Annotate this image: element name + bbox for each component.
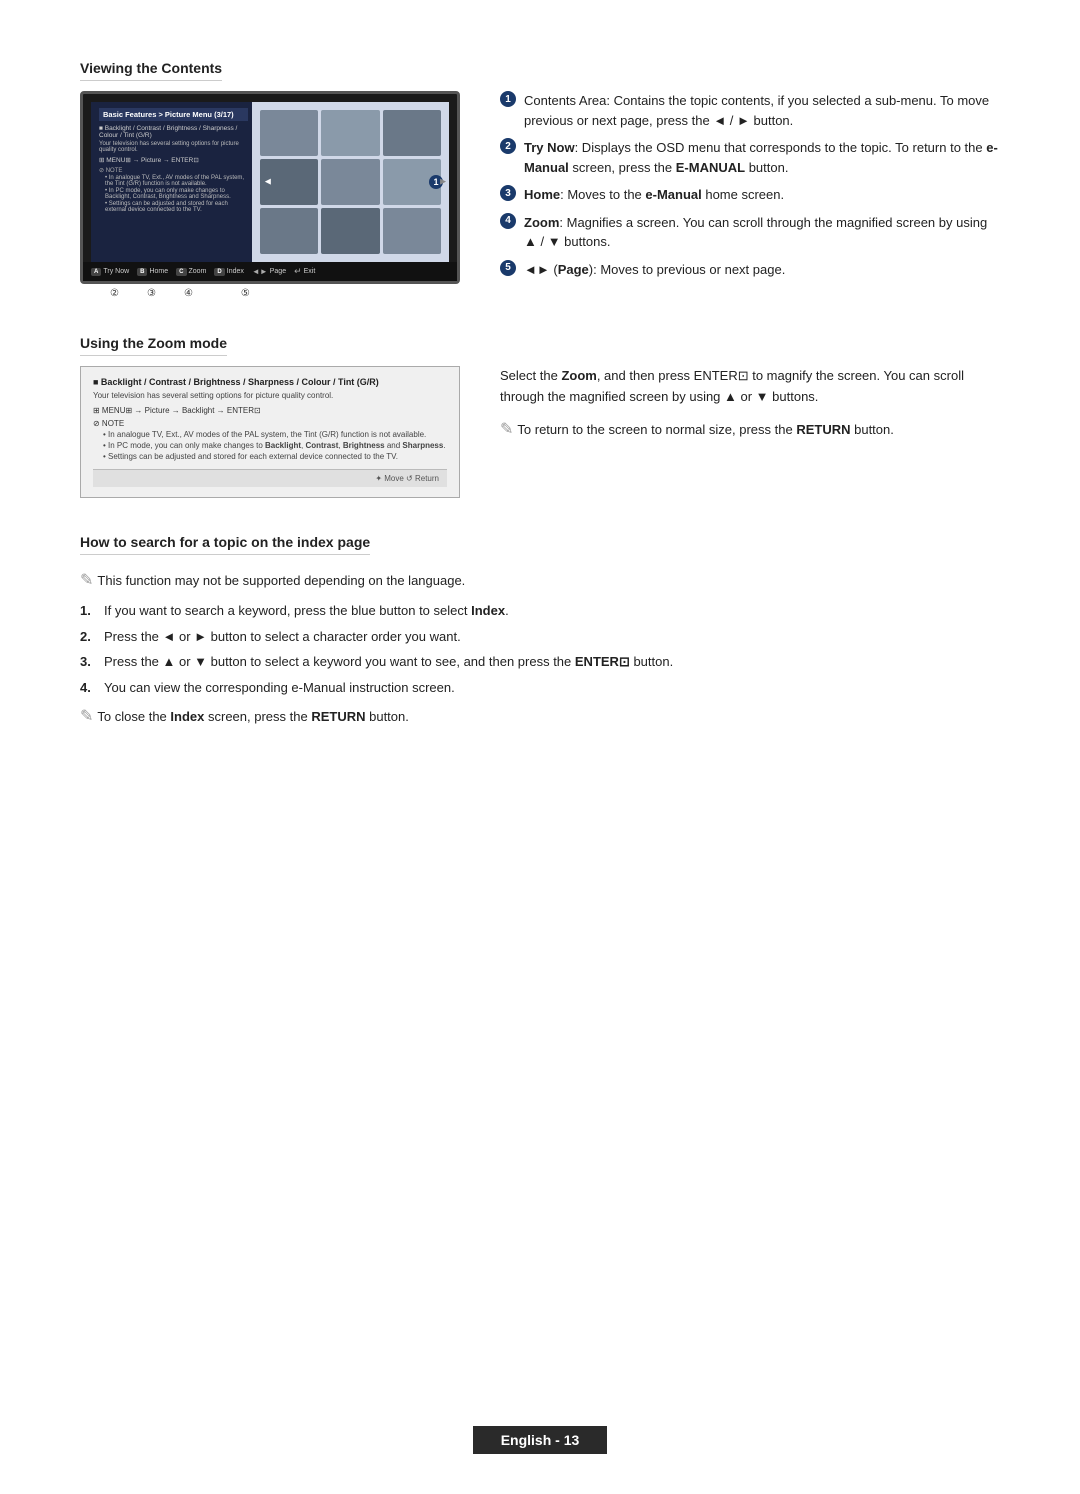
- step-3-num: 3.: [80, 652, 96, 672]
- zoom-note-label: ⊘ NOTE: [93, 419, 447, 428]
- page-content: Viewing the Contents Basic Features > Pi…: [80, 60, 1000, 735]
- viewing-section: Viewing the Contents Basic Features > Pi…: [80, 60, 1000, 299]
- step-4-num: 4.: [80, 678, 96, 698]
- zoom-screen-menu: ■ Backlight / Contrast / Brightness / Sh…: [93, 377, 447, 387]
- tv-wrapper: Basic Features > Picture Menu (3/17) ■ B…: [80, 91, 460, 299]
- tv-menu-desc: Your television has several setting opti…: [99, 141, 248, 153]
- tv-menu-note: ⊘ NOTE: [99, 167, 248, 174]
- circle-5: 5: [500, 260, 516, 276]
- index-steps-list: 1. If you want to search a keyword, pres…: [80, 601, 1000, 697]
- bullet-2: 2 Try Now: Displays the OSD menu that co…: [500, 138, 1000, 177]
- zoom-tip: ✎ To return to the screen to normal size…: [500, 420, 1000, 442]
- step-1-text: If you want to search a keyword, press t…: [104, 601, 509, 621]
- tv-image-area: 1: [252, 102, 449, 262]
- bullet-5-text: ◄► (Page): Moves to previous or next pag…: [524, 260, 785, 280]
- bullet-3: 3 Home: Moves to the e-Manual home scree…: [500, 185, 1000, 205]
- bullet-4-text: Zoom: Magnifies a screen. You can scroll…: [524, 213, 1000, 252]
- nav-try-now: A Try Now: [91, 268, 129, 276]
- circle-4: 4: [500, 213, 516, 229]
- page-footer: English - 13: [0, 1426, 1080, 1454]
- bullet-4: 4 Zoom: Magnifies a screen. You can scro…: [500, 213, 1000, 252]
- callout-2-label: ②: [110, 288, 119, 299]
- tip-icon-3: ✎: [80, 705, 93, 729]
- index-section: How to search for a topic on the index p…: [80, 534, 1000, 735]
- zoom-note-3: • Settings can be adjusted and stored fo…: [93, 452, 447, 461]
- step-2-num: 2.: [80, 627, 96, 647]
- step-2-text: Press the ◄ or ► button to select a char…: [104, 627, 461, 647]
- zoom-section: Using the Zoom mode ■ Backlight / Contra…: [80, 335, 1000, 498]
- zoom-note-2: • In PC mode, you can only make changes …: [93, 441, 447, 450]
- step-4: 4. You can view the corresponding e-Manu…: [80, 678, 1000, 698]
- tv-menu-overlay: Basic Features > Picture Menu (3/17) ■ B…: [91, 102, 256, 262]
- nav-zoom: C Zoom: [176, 268, 206, 276]
- tv-menu-note-3: • Settings can be adjusted and stored fo…: [99, 201, 248, 213]
- nav-page: ◄► Page: [252, 267, 286, 276]
- zoom-two-col: ■ Backlight / Contrast / Brightness / Sh…: [80, 366, 1000, 498]
- viewing-title: Viewing the Contents: [80, 60, 222, 81]
- zoom-menu-nav: ⊞ MENU⊞ → Picture → Backlight → ENTER⊡: [93, 406, 447, 415]
- viewing-left-col: Basic Features > Picture Menu (3/17) ■ B…: [80, 91, 460, 299]
- zoom-note-1: • In analogue TV, Ext., AV modes of the …: [93, 430, 447, 439]
- circle-2: 2: [500, 138, 516, 154]
- zoom-left-col: ■ Backlight / Contrast / Brightness / Sh…: [80, 366, 460, 498]
- step-3-text: Press the ▲ or ▼ button to select a keyw…: [104, 652, 673, 672]
- tv-menu-breadcrumb: Basic Features > Picture Menu (3/17): [99, 108, 248, 121]
- bullet-1: 1 Contents Area: Contains the topic cont…: [500, 91, 1000, 130]
- index-tip-1-text: This function may not be supported depen…: [97, 571, 465, 591]
- viewing-right-col: 1 Contents Area: Contains the topic cont…: [500, 91, 1000, 287]
- bullet-1-text: Contents Area: Contains the topic conten…: [524, 91, 1000, 130]
- bullet-3-text: Home: Moves to the e-Manual home screen.: [524, 185, 784, 205]
- callout-5-label: ⑤: [241, 288, 250, 299]
- tip-icon-2: ✎: [80, 569, 93, 593]
- index-title: How to search for a topic on the index p…: [80, 534, 370, 555]
- zoom-screen-desc: Your television has several setting opti…: [93, 391, 447, 400]
- zoom-screen: ■ Backlight / Contrast / Brightness / Sh…: [80, 366, 460, 498]
- zoom-title: Using the Zoom mode: [80, 335, 227, 356]
- tv-menu-note-2: • In PC mode, you can only make changes …: [99, 188, 248, 200]
- zoom-right-col: Select the Zoom, and then press ENTER⊡ t…: [500, 366, 1000, 448]
- callout-3-label: ③: [147, 288, 156, 299]
- tv-menu-item: ■ Backlight / Contrast / Brightness / Sh…: [99, 125, 248, 139]
- tv-nav-bar: A Try Now B Home C Zoom: [83, 262, 457, 281]
- footer-label: English - 13: [473, 1426, 608, 1454]
- index-closing-tip-text: To close the Index screen, press the RET…: [97, 707, 408, 727]
- index-tip-1: ✎ This function may not be supported dep…: [80, 571, 1000, 593]
- tv-inner: Basic Features > Picture Menu (3/17) ■ B…: [91, 102, 449, 262]
- zoom-description: Select the Zoom, and then press ENTER⊡ t…: [500, 366, 1000, 408]
- zoom-tip-text: To return to the screen to normal size, …: [517, 420, 893, 440]
- nav-index: D Index: [214, 268, 243, 276]
- step-1: 1. If you want to search a keyword, pres…: [80, 601, 1000, 621]
- zoom-nav-bar: ✦ Move ↺ Return: [93, 469, 447, 487]
- tv-menu-nav: ⊞ MENU⊞ → Picture → ENTER⊡: [99, 156, 248, 164]
- nav-home: B Home: [137, 268, 168, 276]
- bullet-5: 5 ◄► (Page): Moves to previous or next p…: [500, 260, 1000, 280]
- step-4-text: You can view the corresponding e-Manual …: [104, 678, 455, 698]
- step-1-num: 1.: [80, 601, 96, 621]
- circle-3: 3: [500, 185, 516, 201]
- viewing-two-col: Basic Features > Picture Menu (3/17) ■ B…: [80, 91, 1000, 299]
- index-closing-tip: ✎ To close the Index screen, press the R…: [80, 707, 1000, 729]
- callout-4-label: ④: [184, 288, 193, 299]
- step-3: 3. Press the ▲ or ▼ button to select a k…: [80, 652, 1000, 672]
- tv-screen: Basic Features > Picture Menu (3/17) ■ B…: [80, 91, 460, 284]
- tip-icon: ✎: [500, 418, 513, 442]
- bullet-2-text: Try Now: Displays the OSD menu that corr…: [524, 138, 1000, 177]
- tv-menu-note-1: • In analogue TV, Ext., AV modes of the …: [99, 175, 248, 187]
- circle-1: 1: [500, 91, 516, 107]
- nav-exit: ↵ Exit: [294, 266, 315, 277]
- step-2: 2. Press the ◄ or ► button to select a c…: [80, 627, 1000, 647]
